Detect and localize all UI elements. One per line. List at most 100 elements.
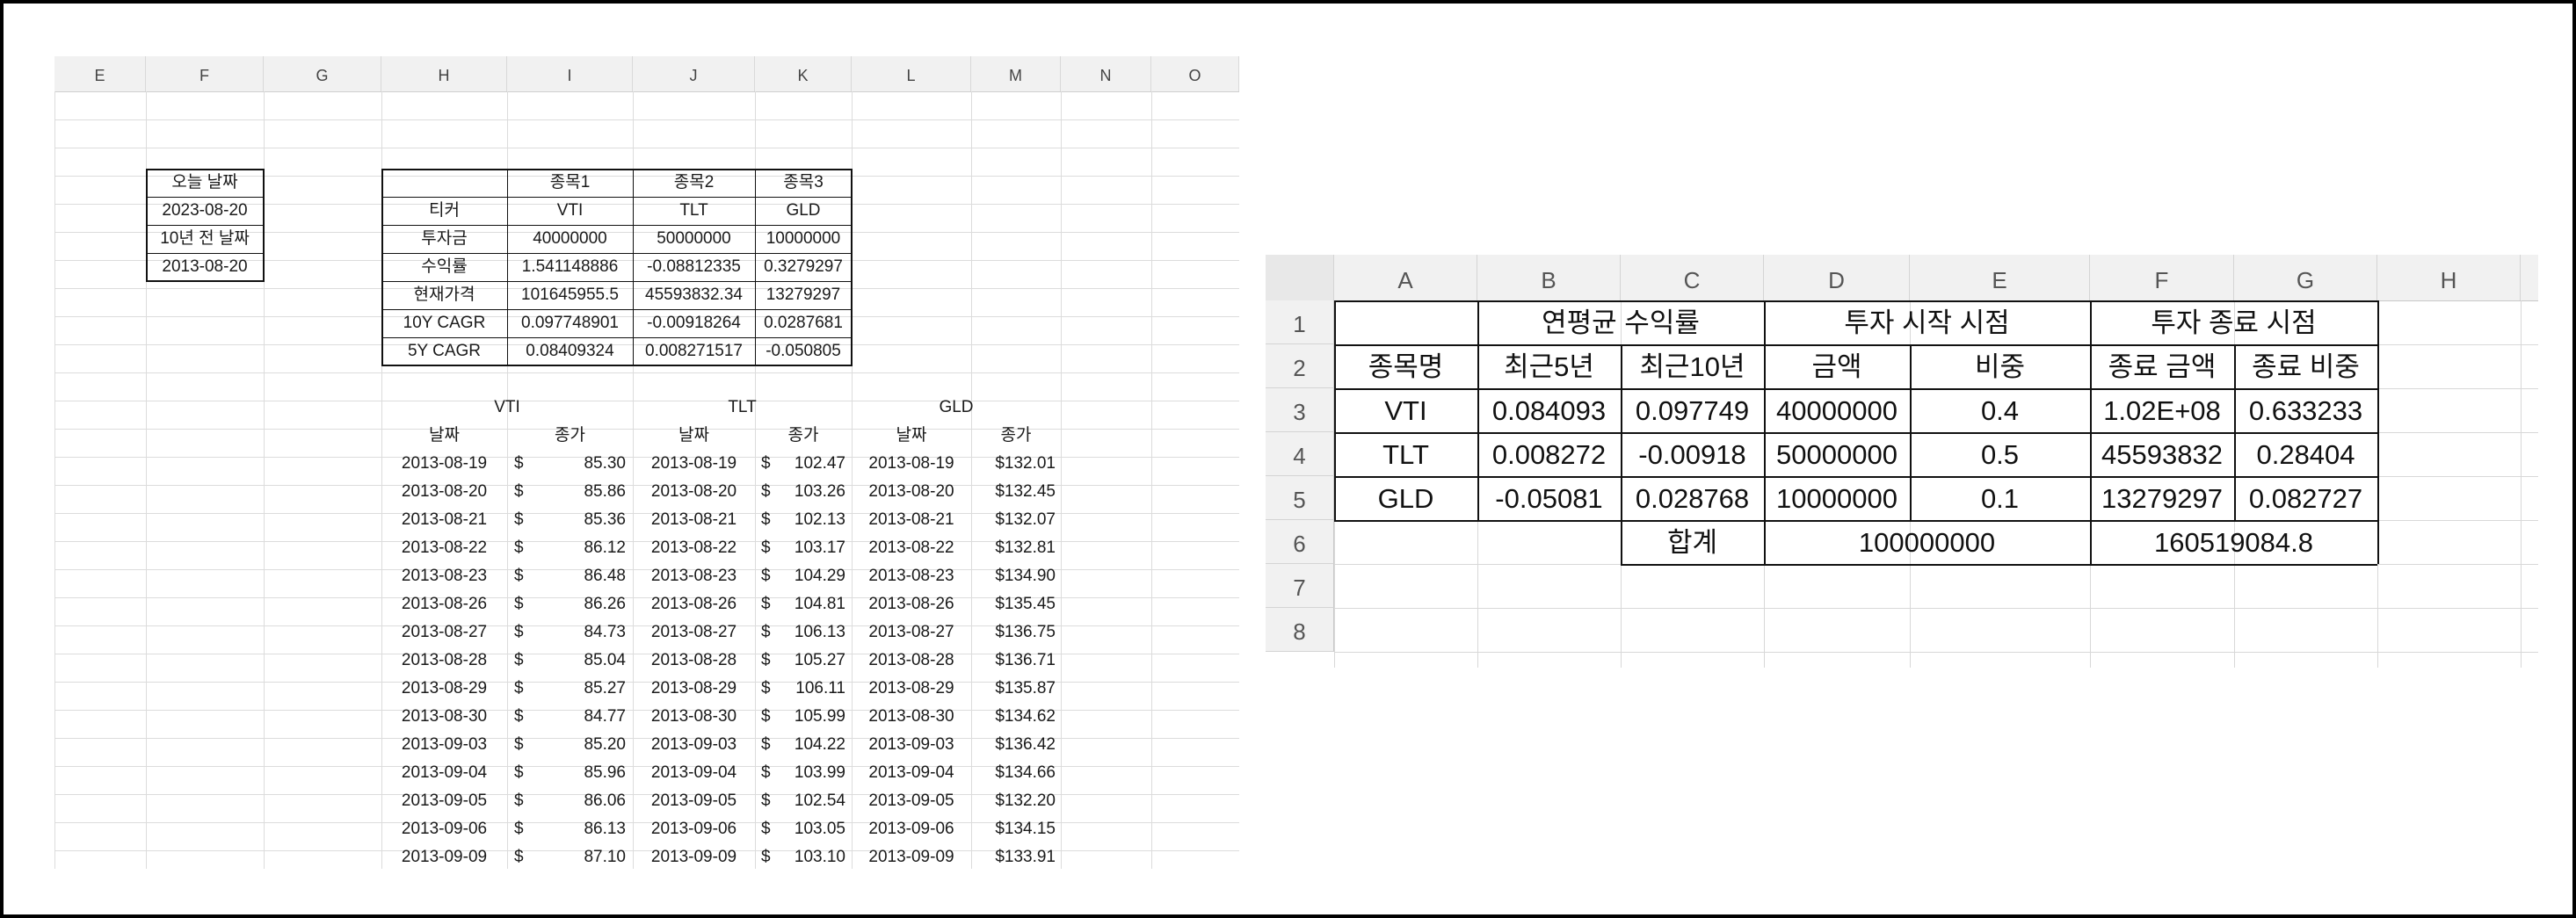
vti-date-cell[interactable]: 2013-09-09 <box>381 843 507 869</box>
tlt-date-cell[interactable]: 2013-08-29 <box>633 675 755 703</box>
data-cell[interactable]: 0.633233 <box>2234 388 2377 432</box>
tlt-close-cell[interactable]: 103.10 <box>775 843 845 869</box>
vti-close-cell[interactable]: 85.36 <box>529 506 626 534</box>
gld-close-cell[interactable]: $132.01 <box>971 450 1056 478</box>
vti-date-cell[interactable]: 2013-09-06 <box>381 815 507 843</box>
column-header-k[interactable]: K <box>755 56 852 91</box>
price-group-tlt[interactable]: TLT <box>633 394 852 422</box>
column-header-i[interactable]: I <box>507 56 633 91</box>
summary-value-cell[interactable]: TLT <box>633 197 755 225</box>
summary-header-cell[interactable]: 종목3 <box>755 169 852 197</box>
vti-date-cell[interactable]: 2013-08-19 <box>381 450 507 478</box>
price-group-gld[interactable]: GLD <box>852 394 1061 422</box>
data-cell[interactable]: 0.4 <box>1910 388 2090 432</box>
gld-date-cell[interactable]: 2013-08-26 <box>852 590 971 618</box>
column-header-f[interactable]: F <box>2090 255 2234 300</box>
gld-close-cell[interactable]: $132.81 <box>971 534 1056 562</box>
column-title-cell[interactable]: 최근10년 <box>1621 344 1764 388</box>
column-title-cell[interactable]: 비중 <box>1910 344 2090 388</box>
gld-date-cell[interactable]: 2013-08-19 <box>852 450 971 478</box>
ticker-cell[interactable]: VTI <box>1334 388 1477 432</box>
vti-date-cell[interactable]: 2013-09-05 <box>381 787 507 815</box>
row-header-7[interactable]: 7 <box>1266 564 1334 608</box>
gld-close-cell[interactable]: $136.42 <box>971 731 1056 759</box>
start-header[interactable]: 투자 시작 시점 <box>1764 300 2090 344</box>
tlt-close-cell[interactable]: 102.54 <box>775 787 845 815</box>
data-cell[interactable]: 0.1 <box>1910 476 2090 520</box>
gld-date-cell[interactable]: 2013-08-29 <box>852 675 971 703</box>
start-total[interactable]: 100000000 <box>1764 520 2090 564</box>
tlt-date-cell[interactable]: 2013-08-20 <box>633 478 755 506</box>
tlt-date-cell[interactable]: 2013-09-03 <box>633 731 755 759</box>
column-title-cell[interactable]: 종목명 <box>1334 344 1477 388</box>
select-all-corner[interactable] <box>1266 255 1334 300</box>
vti-date-cell[interactable]: 2013-09-04 <box>381 759 507 787</box>
summary-value-cell[interactable]: -0.050805 <box>755 337 852 365</box>
price-subheader[interactable]: 날짜 <box>633 422 755 450</box>
column-title-cell[interactable]: 종료 금액 <box>2090 344 2234 388</box>
data-cell[interactable]: 0.028768 <box>1621 476 1764 520</box>
gld-close-cell[interactable]: $132.07 <box>971 506 1056 534</box>
vti-date-cell[interactable]: 2013-08-29 <box>381 675 507 703</box>
gld-close-cell[interactable]: $134.90 <box>971 562 1056 590</box>
tlt-date-cell[interactable]: 2013-08-19 <box>633 450 755 478</box>
column-header-f[interactable]: F <box>146 56 264 91</box>
data-cell[interactable]: -0.05081 <box>1477 476 1621 520</box>
column-header-j[interactable]: J <box>633 56 755 91</box>
column-header-h[interactable]: H <box>381 56 507 91</box>
row-header-4[interactable]: 4 <box>1266 432 1334 476</box>
gld-date-cell[interactable]: 2013-09-05 <box>852 787 971 815</box>
summary-value-cell[interactable]: 0.08409324 <box>507 337 633 365</box>
data-cell[interactable]: 0.097749 <box>1621 388 1764 432</box>
tlt-close-cell[interactable]: 104.81 <box>775 590 845 618</box>
summary-value-cell[interactable]: 50000000 <box>633 225 755 253</box>
row-header-5[interactable]: 5 <box>1266 476 1334 520</box>
gld-date-cell[interactable]: 2013-08-20 <box>852 478 971 506</box>
gld-close-cell[interactable]: $136.75 <box>971 618 1056 647</box>
data-cell[interactable]: 1.02E+08 <box>2090 388 2234 432</box>
gld-close-cell[interactable]: $134.62 <box>971 703 1056 731</box>
tlt-close-cell[interactable]: 102.47 <box>775 450 845 478</box>
tlt-date-cell[interactable]: 2013-09-04 <box>633 759 755 787</box>
tlt-date-cell[interactable]: 2013-08-26 <box>633 590 755 618</box>
column-header-n[interactable]: N <box>1061 56 1151 91</box>
gld-close-cell[interactable]: $132.20 <box>971 787 1056 815</box>
column-header-a[interactable]: A <box>1334 255 1477 300</box>
gld-close-cell[interactable]: $132.45 <box>971 478 1056 506</box>
summary-row-label[interactable]: 5Y CAGR <box>381 337 507 365</box>
summary-value-cell[interactable]: 45593832.34 <box>633 281 755 309</box>
column-header-b[interactable]: B <box>1477 255 1621 300</box>
summary-row-label[interactable]: 현재가격 <box>381 281 507 309</box>
summary-value-cell[interactable]: 0.097748901 <box>507 309 633 337</box>
summary-header-cell[interactable]: 종목2 <box>633 169 755 197</box>
gld-date-cell[interactable]: 2013-08-21 <box>852 506 971 534</box>
tlt-close-cell[interactable]: 106.11 <box>775 675 845 703</box>
column-header-e[interactable]: E <box>54 56 146 91</box>
gld-close-cell[interactable]: $133.91 <box>971 843 1056 869</box>
data-cell[interactable]: 0.008272 <box>1477 432 1621 476</box>
summary-value-cell[interactable]: -0.08812335 <box>633 253 755 281</box>
column-header-d[interactable]: D <box>1764 255 1910 300</box>
vti-close-cell[interactable]: 86.06 <box>529 787 626 815</box>
tlt-close-cell[interactable]: 103.99 <box>775 759 845 787</box>
tlt-date-cell[interactable]: 2013-08-28 <box>633 647 755 675</box>
vti-close-cell[interactable]: 87.10 <box>529 843 626 869</box>
vti-date-cell[interactable]: 2013-08-28 <box>381 647 507 675</box>
column-header-g[interactable]: G <box>264 56 381 91</box>
price-subheader[interactable]: 날짜 <box>381 422 507 450</box>
data-cell[interactable]: 0.28404 <box>2234 432 2377 476</box>
vti-close-cell[interactable]: 85.86 <box>529 478 626 506</box>
gld-close-cell[interactable]: $134.66 <box>971 759 1056 787</box>
tlt-close-cell[interactable]: 104.29 <box>775 562 845 590</box>
vti-date-cell[interactable]: 2013-08-21 <box>381 506 507 534</box>
summary-row-label[interactable]: 티커 <box>381 197 507 225</box>
summary-row-label[interactable]: 수익률 <box>381 253 507 281</box>
vti-close-cell[interactable]: 86.48 <box>529 562 626 590</box>
summary-value-cell[interactable]: VTI <box>507 197 633 225</box>
gld-date-cell[interactable]: 2013-09-09 <box>852 843 971 869</box>
tlt-date-cell[interactable]: 2013-09-06 <box>633 815 755 843</box>
ticker-cell[interactable]: GLD <box>1334 476 1477 520</box>
price-subheader[interactable]: 종가 <box>755 422 852 450</box>
gld-close-cell[interactable]: $135.45 <box>971 590 1056 618</box>
tlt-close-cell[interactable]: 103.05 <box>775 815 845 843</box>
